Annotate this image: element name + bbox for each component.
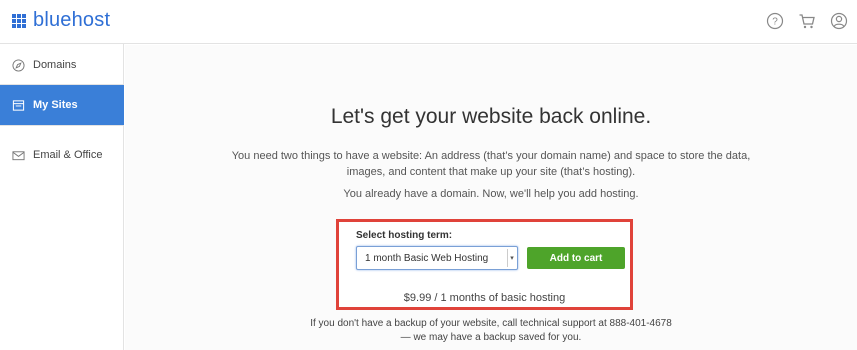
domain-note: You already have a domain. Now, we'll he… bbox=[343, 188, 639, 200]
backup-line-1: If you don't have a backup of your websi… bbox=[310, 318, 672, 329]
account-icon[interactable] bbox=[829, 11, 849, 31]
help-icon[interactable]: ? bbox=[765, 11, 785, 31]
backup-note: If you don't have a backup of your websi… bbox=[125, 317, 857, 345]
sidebar-item-label: My Sites bbox=[33, 99, 78, 111]
top-bar: bluehost ? bbox=[0, 0, 857, 44]
add-to-cart-button[interactable]: Add to cart bbox=[527, 247, 625, 269]
hosting-term-select[interactable]: 1 month Basic Web Hosting ▾ bbox=[356, 246, 518, 270]
sidebar-item-email-office[interactable]: Email & Office bbox=[0, 135, 124, 175]
envelope-icon bbox=[12, 148, 26, 162]
top-icons: ? bbox=[765, 11, 849, 31]
sidebar-item-domains[interactable]: Domains bbox=[0, 45, 124, 85]
sidebar: Domains My Sites Email & Office bbox=[0, 44, 124, 350]
intro-text: You need two things to have a website: A… bbox=[125, 148, 857, 180]
main-content: Let's get your website back online. You … bbox=[125, 45, 857, 350]
compass-icon bbox=[12, 58, 26, 72]
hosting-term-label: Select hosting term: bbox=[356, 230, 453, 241]
sites-icon bbox=[12, 98, 26, 112]
cart-icon[interactable] bbox=[797, 11, 817, 31]
hosting-term-selected-value: 1 month Basic Web Hosting bbox=[365, 252, 489, 264]
sidebar-divider bbox=[0, 125, 124, 126]
bluehost-logo[interactable]: bluehost bbox=[12, 9, 110, 32]
logo-grid-icon bbox=[12, 13, 26, 28]
logo-text: bluehost bbox=[33, 9, 111, 31]
intro-paragraph: You need two things to have a website: A… bbox=[231, 150, 751, 178]
page-title: Let's get your website back online. bbox=[330, 105, 652, 128]
select-arrows-icon: ▾ bbox=[507, 249, 516, 267]
backup-line-2: — we may have a backup saved for you. bbox=[400, 332, 582, 343]
svg-text:?: ? bbox=[772, 17, 778, 28]
sidebar-item-label: Domains bbox=[33, 59, 77, 71]
hosting-term-panel: Select hosting term: 1 month Basic Web H… bbox=[336, 219, 633, 310]
sidebar-item-my-sites[interactable]: My Sites bbox=[0, 85, 124, 125]
sidebar-item-label: Email & Office bbox=[33, 149, 103, 161]
price-text: $9.99 / 1 months of basic hosting bbox=[403, 292, 566, 304]
